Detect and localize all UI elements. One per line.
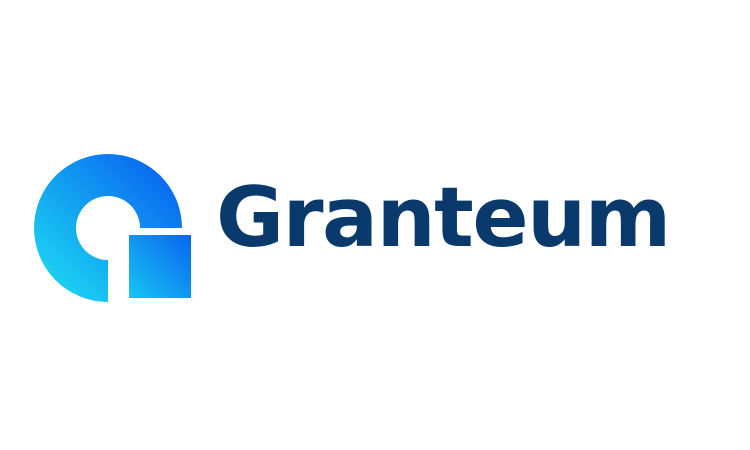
ring-with-square-icon bbox=[34, 154, 192, 302]
brand-logo: Granteum bbox=[0, 0, 750, 450]
brand-wordmark: Granteum bbox=[216, 169, 671, 266]
